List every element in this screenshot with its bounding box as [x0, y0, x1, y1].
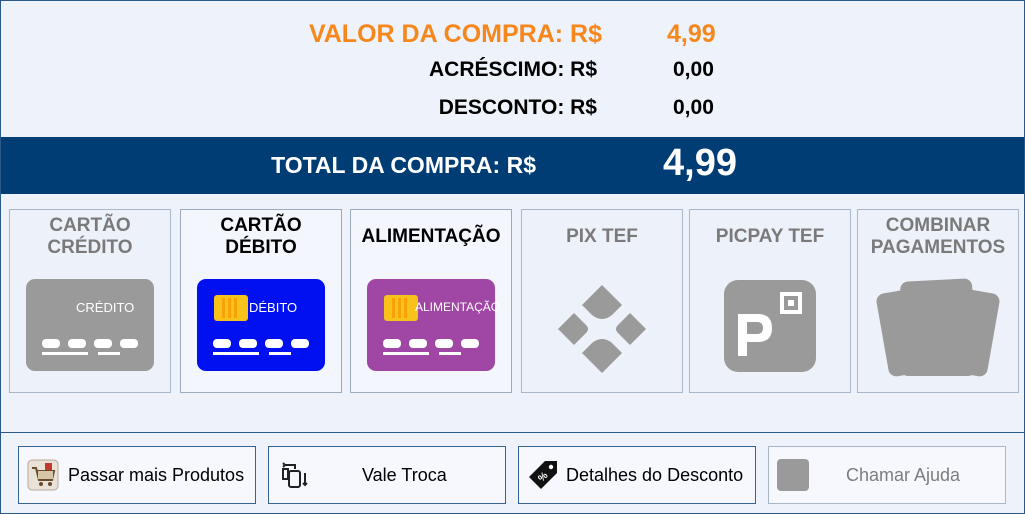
- pix-icon: [558, 285, 646, 373]
- total-compra-label: TOTAL DA COMPRA: R$: [271, 152, 536, 178]
- desconto-label: DESCONTO: R$: [438, 96, 597, 119]
- payment-tile-label: CARTÃO DÉBITO: [220, 215, 302, 258]
- bottom-separator: [1, 432, 1024, 433]
- vale-troca-button[interactable]: Vale Troca: [268, 446, 506, 504]
- combined-cards-icon: [876, 278, 1000, 377]
- vale-troca-label: Vale Troca: [362, 465, 447, 485]
- payment-tile-label: CARTÃO CRÉDITO: [47, 215, 133, 258]
- chamar-ajuda-button[interactable]: Chamar Ajuda: [768, 446, 1006, 504]
- picpay-icon: [724, 280, 816, 372]
- valor-compra-value: 4,99: [667, 20, 716, 48]
- desconto-value: 0,00: [673, 96, 714, 119]
- shopping-cart-icon: [27, 459, 59, 491]
- passar-mais-produtos-label: Passar mais Produtos: [68, 465, 245, 485]
- acrescimo-label: ACRÉSCIMO: R$: [428, 58, 597, 81]
- passar-mais-produtos-button[interactable]: Passar mais Produtos: [18, 446, 256, 504]
- payment-tile-combinar[interactable]: COMBINAR PAGAMENTOS: [857, 209, 1019, 393]
- total-compra-value: 4,99: [663, 142, 737, 184]
- payment-tile-alimentacao[interactable]: ALIMENTAÇÃO ALIMENTAÇÃO: [350, 209, 512, 393]
- total-bar: TOTAL DA COMPRA: R$ 4,99: [1, 137, 1024, 194]
- payment-tile-pix[interactable]: PIX TEF: [521, 209, 683, 393]
- detalhes-do-desconto-button[interactable]: % Detalhes do Desconto: [518, 446, 756, 504]
- detalhes-do-desconto-label: Detalhes do Desconto: [566, 465, 744, 485]
- payment-tile-label: PICPAY TEF: [715, 226, 825, 247]
- chamar-ajuda-label: Chamar Ajuda: [846, 465, 961, 485]
- acrescimo-value: 0,00: [673, 58, 714, 81]
- payment-tile-label: ALIMENTAÇÃO: [361, 226, 501, 247]
- payment-tile-picpay[interactable]: PICPAY TEF: [689, 209, 851, 393]
- payment-tile-label: COMBINAR PAGAMENTOS: [870, 215, 1006, 258]
- payment-tile-debito[interactable]: CARTÃO DÉBITO DÉBITO: [180, 209, 342, 393]
- help-icon: [777, 459, 809, 491]
- exchange-icon: [282, 462, 308, 488]
- payment-tile-label: PIX TEF: [566, 226, 638, 247]
- valor-compra-label: VALOR DA COMPRA: R$: [308, 20, 602, 48]
- meal-card-icon: ALIMENTAÇÃO: [367, 279, 500, 371]
- discount-tag-icon: %: [529, 461, 557, 489]
- credit-card-icon: CRÉDITO: [26, 279, 154, 371]
- payment-tile-credito[interactable]: CARTÃO CRÉDITO CRÉDITO: [9, 209, 171, 393]
- debit-card-icon: DÉBITO: [197, 279, 325, 371]
